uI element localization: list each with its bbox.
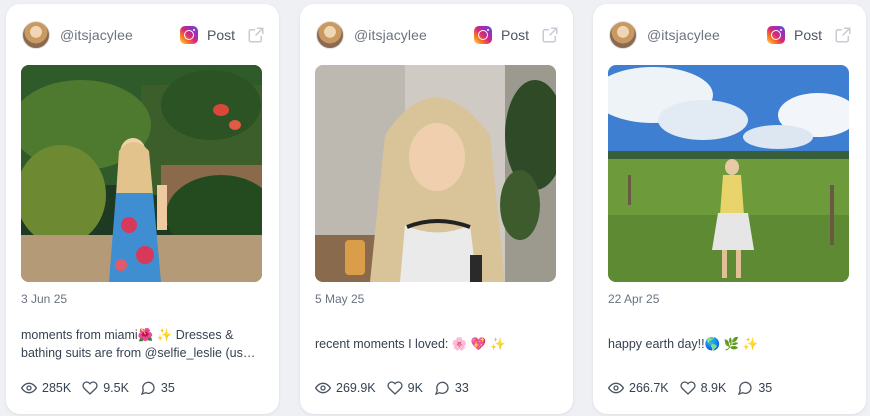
username[interactable]: @itsjacylee — [60, 27, 133, 43]
username[interactable]: @itsjacylee — [354, 27, 427, 43]
post-stats: 266.7K 8.9K 35 — [608, 380, 783, 396]
comment-icon — [434, 381, 449, 396]
comments-count: 33 — [454, 381, 469, 395]
views-count: 266.7K — [629, 381, 669, 395]
heart-icon — [680, 381, 696, 395]
post-header: @itsjacylee Post — [609, 20, 852, 50]
instagram-icon — [473, 26, 492, 44]
instagram-icon — [179, 26, 198, 44]
post-header: @itsjacylee Post — [22, 20, 265, 50]
likes-stat: 8.9K — [680, 380, 727, 396]
views-stat: 266.7K — [608, 380, 669, 396]
post-type-label: Post — [500, 27, 529, 43]
post-type-label: Post — [206, 27, 235, 43]
post-image[interactable] — [21, 65, 262, 282]
likes-count: 9K — [407, 381, 423, 395]
comments-stat: 35 — [737, 380, 772, 396]
post-card[interactable]: @itsjacylee Post 5 May 25 recent moments… — [300, 4, 573, 414]
views-stat: 269.9K — [315, 380, 376, 396]
post-caption: recent moments I loved: 🌸 💖 ✨ — [315, 335, 560, 353]
caption-line: recent moments I loved: 🌸 💖 ✨ — [315, 337, 506, 351]
comment-icon — [738, 381, 753, 396]
post-caption: happy earth day!!🌎 🌿 ✨ — [608, 335, 853, 353]
comments-stat: 35 — [140, 380, 175, 396]
views-stat: 285K — [21, 380, 71, 396]
post-image[interactable] — [608, 65, 849, 282]
post-stats: 285K 9.5K 35 — [21, 380, 186, 396]
post-image[interactable] — [315, 65, 556, 282]
post-card[interactable]: @itsjacylee Post 22 Apr 25 happy earth d… — [593, 4, 866, 414]
avatar[interactable] — [22, 21, 50, 49]
eye-icon — [608, 382, 624, 394]
post-header: @itsjacylee Post — [316, 20, 559, 50]
caption-line: bathing suits are from @selfie_leslie (u… — [21, 346, 256, 360]
external-link-icon[interactable] — [834, 26, 852, 44]
heart-icon — [82, 381, 98, 395]
post-date: 22 Apr 25 — [608, 292, 660, 306]
eye-icon — [21, 382, 37, 394]
comments-count: 35 — [758, 381, 773, 395]
views-count: 285K — [42, 381, 72, 395]
avatar[interactable] — [316, 21, 344, 49]
caption-line: happy earth day!!🌎 🌿 ✨ — [608, 337, 759, 351]
post-date: 5 May 25 — [315, 292, 365, 306]
post-caption: moments from miami🌺 ✨ Dresses & bathing … — [21, 326, 266, 362]
comments-stat: 33 — [434, 380, 469, 396]
comment-icon — [140, 381, 155, 396]
caption-line: moments from miami🌺 ✨ Dresses & — [21, 328, 234, 342]
external-link-icon[interactable] — [541, 26, 559, 44]
likes-stat: 9K — [387, 380, 423, 396]
avatar[interactable] — [609, 21, 637, 49]
comments-count: 35 — [160, 381, 175, 395]
likes-count: 8.9K — [700, 381, 727, 395]
post-stats: 269.9K 9K 33 — [315, 380, 480, 396]
post-date: 3 Jun 25 — [21, 292, 68, 306]
likes-count: 9.5K — [103, 381, 129, 395]
eye-icon — [315, 382, 331, 394]
post-type-label: Post — [793, 27, 822, 43]
post-card[interactable]: @itsjacylee Post 3 Jun 25 moments from m… — [6, 4, 279, 414]
heart-icon — [387, 381, 403, 395]
external-link-icon[interactable] — [247, 26, 265, 44]
likes-stat: 9.5K — [82, 380, 129, 396]
views-count: 269.9K — [336, 381, 376, 395]
instagram-icon — [766, 26, 785, 44]
username[interactable]: @itsjacylee — [647, 27, 720, 43]
